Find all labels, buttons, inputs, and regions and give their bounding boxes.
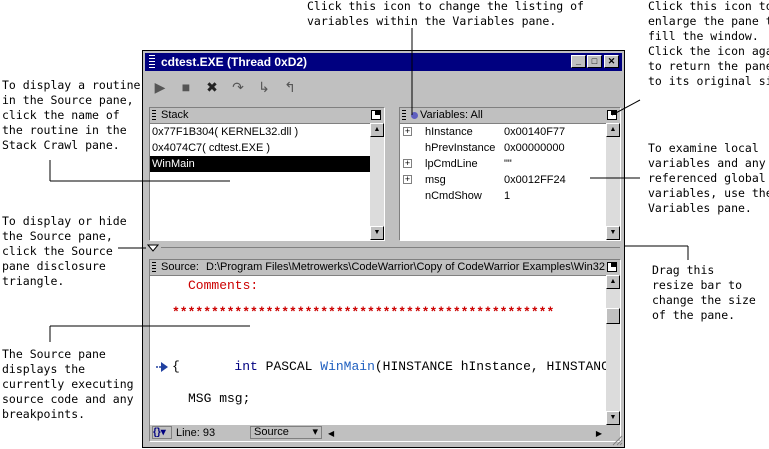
- leader-line-enlarge: [611, 99, 641, 116]
- leader-lines: [49, 28, 689, 342]
